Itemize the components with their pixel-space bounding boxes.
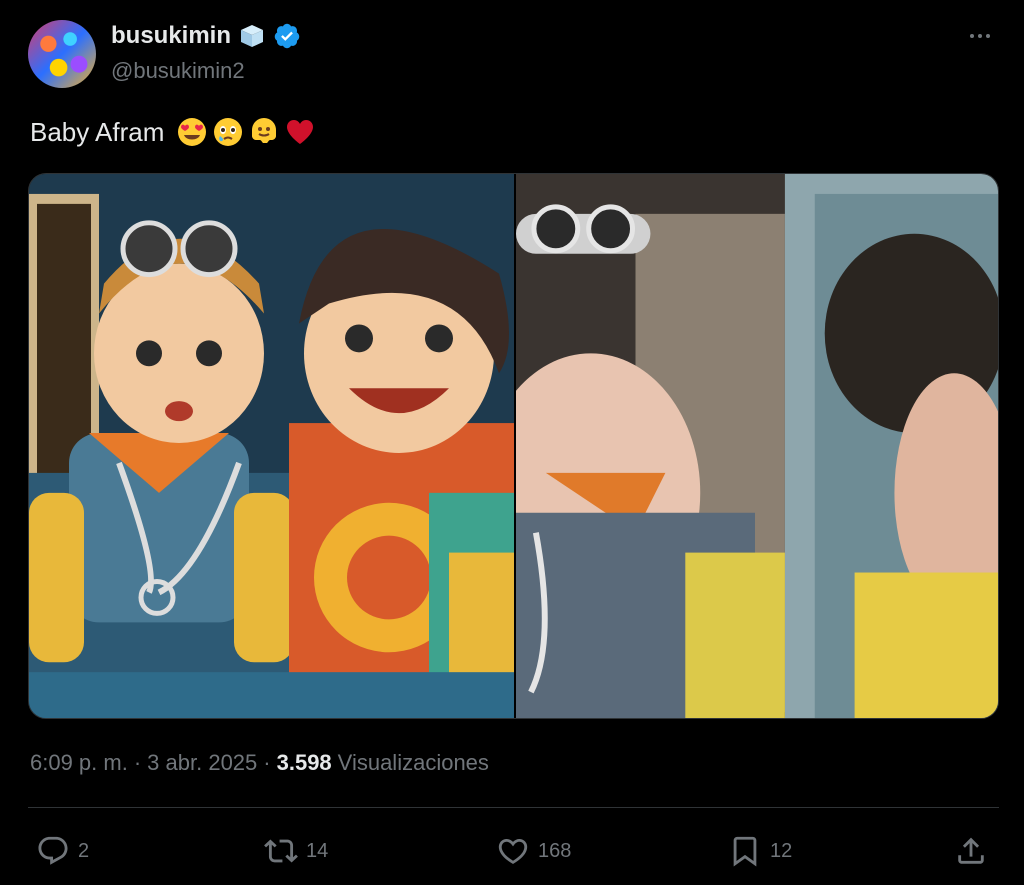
repost-button[interactable]: 14 (264, 830, 328, 872)
reply-count: 2 (78, 839, 90, 862)
ice-cube-icon (241, 25, 264, 47)
tweet-time[interactable]: 6:09 p. m. (30, 750, 128, 776)
more-dot-icon (986, 34, 990, 38)
divider (28, 807, 999, 808)
action-bar: 2 14 168 12 (28, 830, 999, 872)
more-dot-icon (970, 34, 974, 38)
reply-icon (38, 836, 68, 865)
like-button[interactable]: 168 (496, 830, 571, 872)
original-photo-image[interactable] (516, 174, 998, 718)
holding-tears-emoji-icon (214, 118, 243, 146)
tweet-body: Baby Afram (30, 116, 165, 147)
heart-eyes-emoji-icon (178, 118, 207, 146)
anime-illustration-image[interactable] (29, 174, 514, 718)
tweet-media[interactable] (28, 173, 999, 719)
meta-separator: · (263, 750, 271, 775)
bookmark-button[interactable]: 12 (728, 830, 792, 872)
like-count: 168 (538, 839, 572, 862)
meta-separator: · (133, 750, 142, 775)
author-handle[interactable]: @busukimin2 (111, 58, 245, 84)
repost-icon (264, 839, 298, 863)
tweet-date[interactable]: 3 abr. 2025 (147, 750, 257, 776)
tweet: busukimin @busukimin2 Baby Afram 6:09 p.… (0, 0, 1024, 885)
verified-badge-icon (274, 23, 300, 49)
views-label: Visualizaciones (337, 750, 489, 775)
share-icon (958, 837, 984, 864)
author-name-row[interactable]: busukimin (111, 22, 301, 50)
heart-icon (498, 838, 528, 864)
bookmark-count: 12 (770, 839, 793, 862)
avatar[interactable] (28, 20, 96, 88)
bookmark-icon (733, 836, 757, 867)
views-count: 3.598 (276, 750, 332, 775)
tweet-text: Baby Afram (30, 116, 316, 148)
melting-face-emoji-icon (252, 118, 277, 143)
red-heart-emoji-icon (287, 120, 314, 144)
reply-button[interactable]: 2 (36, 830, 89, 872)
share-button[interactable] (954, 830, 988, 872)
display-name[interactable]: busukimin (111, 22, 231, 50)
repost-count: 14 (306, 839, 329, 862)
more-dot-icon (978, 34, 982, 38)
tweet-meta: 6:09 p. m. · 3 abr. 2025 · 3.598 Visuali… (30, 750, 489, 776)
more-options-button[interactable] (964, 22, 996, 50)
